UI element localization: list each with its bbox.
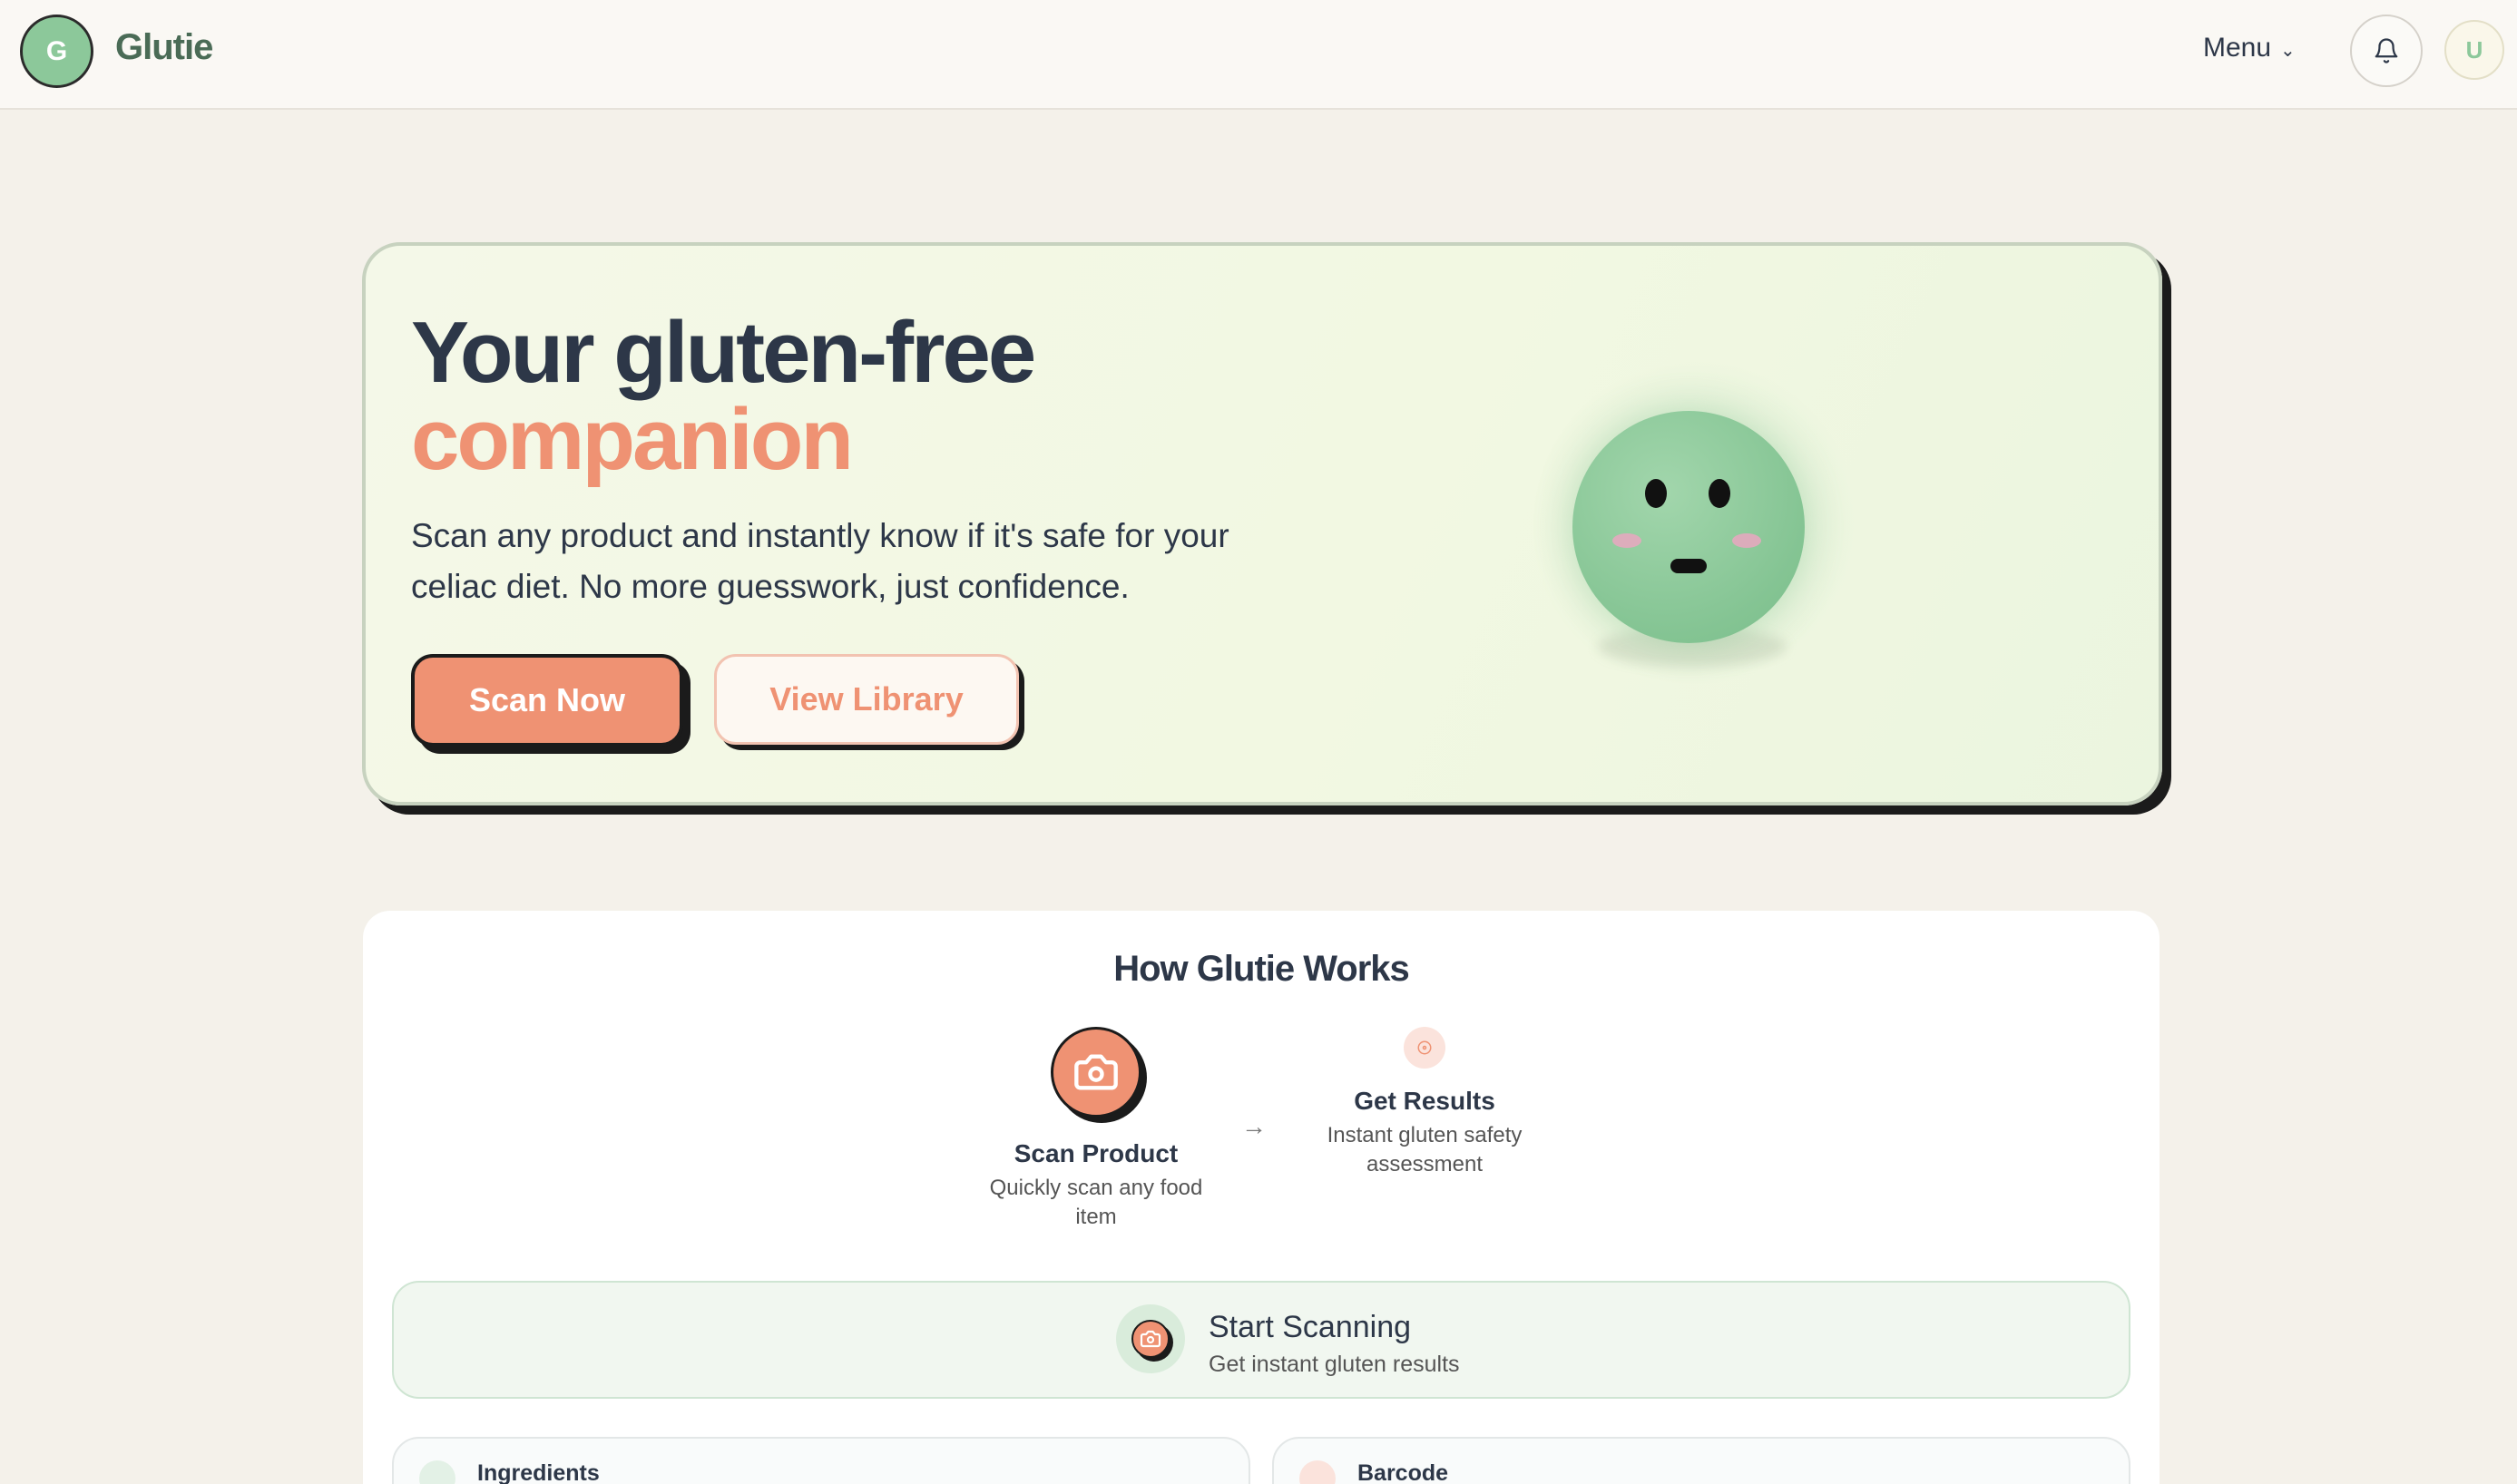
user-avatar[interactable]: U (2444, 20, 2504, 80)
start-scanning-button[interactable]: Start Scanning Get instant gluten result… (392, 1281, 2130, 1399)
mascot-left-cheek (1612, 533, 1641, 548)
step-get-results: Get Results Instant gluten safety assess… (1307, 1027, 1543, 1179)
step-description: Quickly scan any food item (989, 1176, 1203, 1229)
mascot-right-eye (1709, 479, 1730, 508)
start-scanning-icon-wrap (1116, 1304, 1185, 1373)
mascot-face (1572, 411, 1805, 643)
option-label: Barcode (1357, 1460, 1449, 1484)
section-title: How Glutie Works (1113, 949, 1410, 989)
scan-text-icon (419, 1460, 455, 1484)
barcode-scan-option[interactable]: Barcode (1272, 1437, 2130, 1484)
logo[interactable]: G (20, 15, 93, 88)
start-scanning-subtitle: Get instant gluten results (1209, 1352, 1460, 1377)
ingredients-scan-option[interactable]: Ingredients (392, 1437, 1250, 1484)
camera-icon (1131, 1320, 1170, 1358)
barcode-icon (1299, 1460, 1336, 1484)
step-description: Instant gluten safety assessment (1327, 1123, 1523, 1176)
hero-title: Your gluten-free companion (411, 304, 1036, 488)
hero-card: Your gluten-free companion Scan any prod… (362, 242, 2162, 805)
hero-title-line-2: companion (411, 391, 854, 488)
step-scan-product: Scan Product Quickly scan any food item (969, 1027, 1223, 1232)
menu-button[interactable]: Menu ⌄ (2203, 33, 2296, 63)
step-title: Scan Product (1014, 1139, 1179, 1167)
option-label: Ingredients (477, 1460, 600, 1484)
menu-label: Menu (2203, 33, 2272, 63)
step-title: Get Results (1354, 1087, 1495, 1115)
info-icon (1404, 1027, 1445, 1069)
chevron-down-icon: ⌄ (2280, 40, 2296, 61)
top-nav-bar: G Glutie Menu ⌄ U (0, 0, 2517, 110)
scan-now-button[interactable]: Scan Now (411, 654, 683, 747)
arrow-right-icon: → (1241, 1112, 1267, 1140)
camera-icon (1051, 1027, 1141, 1118)
notifications-button[interactable] (2350, 15, 2423, 87)
hero-subtitle: Scan any product and instantly know if i… (411, 517, 1229, 605)
mascot-right-cheek (1732, 533, 1761, 548)
how-it-works-card: How Glutie Works Scan Product Quickly sc… (363, 911, 2160, 1484)
mascot-mouth (1670, 559, 1707, 573)
mascot-left-eye (1645, 479, 1667, 508)
brand-name[interactable]: Glutie (115, 27, 213, 68)
view-library-button[interactable]: View Library (714, 654, 1019, 745)
start-scanning-title: Start Scanning (1209, 1310, 1412, 1344)
hero-title-line-1: Your gluten-free (411, 304, 1036, 401)
bell-icon (2375, 38, 2398, 63)
